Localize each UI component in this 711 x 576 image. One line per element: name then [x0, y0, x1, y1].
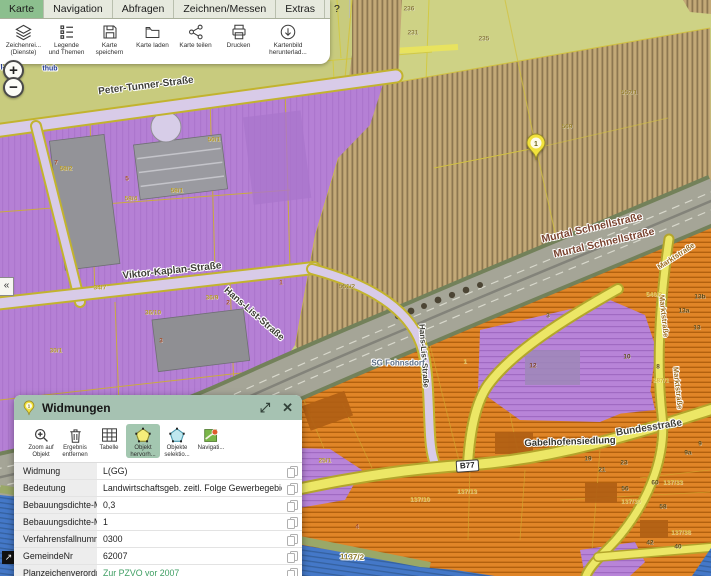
- layers-icon: [14, 22, 33, 42]
- road-shield-b77: B77: [456, 459, 479, 473]
- save-icon: [101, 22, 119, 42]
- popup-tool-objekt[interactable]: Objekthervorh...: [126, 424, 160, 458]
- popup-tool-label: Zoom aufObjekt: [28, 445, 53, 458]
- copy-button[interactable]: [282, 482, 302, 495]
- toolbar-button-kartenbild[interactable]: Kartenbildherunterlad...: [260, 21, 316, 56]
- popup-title: Widmungen: [42, 401, 248, 415]
- popup-tool-label: Objekthervorh...: [130, 445, 155, 458]
- svg-text:1: 1: [534, 141, 538, 148]
- attribute-row-bebauungsdichte-min: Bebauungsdichte-Min0,3: [14, 497, 302, 514]
- attribute-value: 0300: [97, 534, 282, 544]
- print-icon: [230, 22, 248, 42]
- menu-tab-zeichnen-messen[interactable]: Zeichnen/Messen: [174, 0, 276, 18]
- popup-tool-label: Tabelle: [99, 445, 118, 452]
- share-icon: [187, 22, 205, 42]
- popup-tool-navigati[interactable]: Navigati...: [194, 424, 228, 452]
- popup-tool-label: Navigati...: [198, 445, 225, 452]
- trash-icon: [68, 425, 83, 445]
- sidebar-collapse-button[interactable]: «: [0, 277, 14, 296]
- popup-attribute-table: WidmungL(GG)BedeutungLandwirtschaftsgeb.…: [14, 462, 302, 576]
- toolbar-button-label: Karte laden: [136, 42, 169, 49]
- popup-tool-zoom-auf[interactable]: Zoom aufObjekt: [24, 424, 58, 458]
- attribute-value: 1: [97, 517, 282, 527]
- toolbar-button-label: Zeichenrei...(Dienste): [6, 42, 41, 56]
- download-icon: [279, 22, 297, 42]
- attribute-row-verfahrensfallnummer: Verfahrensfallnummer0300: [14, 531, 302, 548]
- toolbar-button-zeichenrei[interactable]: Zeichenrei...(Dienste): [2, 21, 45, 56]
- menu-tab-bar: KarteNavigationAbfragenZeichnen/MessenEx…: [0, 0, 330, 19]
- expand-icon[interactable]: ⤢: [260, 401, 270, 414]
- select-objects-icon: [168, 425, 186, 445]
- toolbar-button-label: Kartespeichern: [96, 42, 124, 56]
- popup-tool-label: Ergebnisentfernen: [62, 445, 87, 458]
- menu-tab-extras[interactable]: Extras: [276, 0, 325, 18]
- attribute-row-gemeindenr: GemeindeNr62007: [14, 548, 302, 565]
- attribute-row-bedeutung: BedeutungLandwirtschaftsgeb. zeitl. Folg…: [14, 480, 302, 497]
- toolbar-button-karte-teilen[interactable]: Karte teilen: [174, 21, 217, 49]
- attribute-label: GemeindeNr: [14, 548, 97, 564]
- toolbar-button-legende[interactable]: Legendeund Themen: [45, 21, 88, 56]
- popup-tool-label: Objekteselektio...: [164, 445, 189, 458]
- toolbar-button-label: Kartenbildherunterlad...: [269, 42, 307, 56]
- attribute-row-widmung: WidmungL(GG): [14, 463, 302, 480]
- copy-button[interactable]: [282, 499, 302, 512]
- attribute-value: Landwirtschaftsgeb. zeitl. Folge Gewerbe…: [97, 483, 282, 493]
- popup-toolbar: Zoom aufObjekt Ergebnisentfernen Tabelle Ob…: [14, 420, 302, 462]
- app-window: Peter-Tunner-StraßeViktor-Kaplan-StraßeH…: [0, 0, 711, 576]
- popup-marker-icon: 1: [23, 400, 35, 416]
- menu-tab-karte[interactable]: Karte: [0, 0, 44, 18]
- copy-button[interactable]: [282, 516, 302, 529]
- close-icon[interactable]: ✕: [282, 401, 293, 414]
- attribute-row-bebauungsdichte-max: Bebauungsdichte-Max1: [14, 514, 302, 531]
- copy-button[interactable]: [282, 533, 302, 546]
- toolbar-button-label: Legendeund Themen: [49, 42, 85, 56]
- toolbar-button-label: Karte teilen: [179, 42, 211, 49]
- copy-button[interactable]: [282, 550, 302, 563]
- popup-header[interactable]: 1 Widmungen ⤢ ✕: [14, 395, 302, 420]
- menu-tab-abfragen[interactable]: Abfragen: [113, 0, 175, 18]
- popup-tool-ergebnis[interactable]: Ergebnisentfernen: [58, 424, 92, 458]
- result-marker-pin[interactable]: 1: [525, 133, 547, 161]
- popup-tool-tabelle[interactable]: Tabelle: [92, 424, 126, 452]
- attribute-row-planzeichenverordnung: Planzeichenverordnung Zur PZVO vor 2007: [14, 565, 302, 576]
- legend-icon: [58, 22, 76, 42]
- popup-tool-objekte[interactable]: Objekteselektio...: [160, 424, 194, 458]
- table-icon: [101, 425, 118, 445]
- menu-toolbar: Zeichenrei...(Dienste) Legendeund Themen K…: [0, 19, 330, 64]
- menu-panel: KarteNavigationAbfragenZeichnen/MessenEx…: [0, 0, 330, 64]
- folder-icon: [143, 22, 162, 42]
- zoom-out-button[interactable]: −: [3, 77, 24, 98]
- attribute-value: 0,3: [97, 500, 282, 510]
- copy-button[interactable]: [282, 567, 302, 576]
- toolbar-button-label: Drucken: [227, 42, 251, 49]
- attribute-label: Bebauungsdichte-Min: [14, 497, 97, 513]
- attribute-value: Zur PZVO vor 2007: [97, 568, 282, 576]
- attribute-label: Verfahrensfallnummer: [14, 531, 97, 547]
- copy-button[interactable]: [282, 465, 302, 478]
- toolbar-button-karte-laden[interactable]: Karte laden: [131, 21, 174, 49]
- widmungen-popup: 1 Widmungen ⤢ ✕ Zoom aufObjekt Ergebnisen…: [14, 395, 302, 576]
- attribute-label: Bebauungsdichte-Max: [14, 514, 97, 530]
- navigate-icon: [203, 425, 220, 445]
- attribute-label: Widmung: [14, 463, 97, 479]
- toolbar-button-karte[interactable]: Kartespeichern: [88, 21, 131, 56]
- attribute-label: Planzeichenverordnung: [14, 565, 97, 576]
- attribute-label: Bedeutung: [14, 480, 97, 496]
- attribute-value-link[interactable]: Zur PZVO vor 2007: [103, 568, 179, 576]
- toolbar-button-drucken[interactable]: Drucken: [217, 21, 260, 49]
- menu-tab-?[interactable]: ?: [325, 0, 350, 18]
- attribute-value: 62007: [97, 551, 282, 561]
- zoom-object-icon: [33, 425, 50, 445]
- attribute-value: L(GG): [97, 466, 282, 476]
- highlight-object-icon: [134, 425, 152, 445]
- menu-tab-navigation[interactable]: Navigation: [44, 0, 113, 18]
